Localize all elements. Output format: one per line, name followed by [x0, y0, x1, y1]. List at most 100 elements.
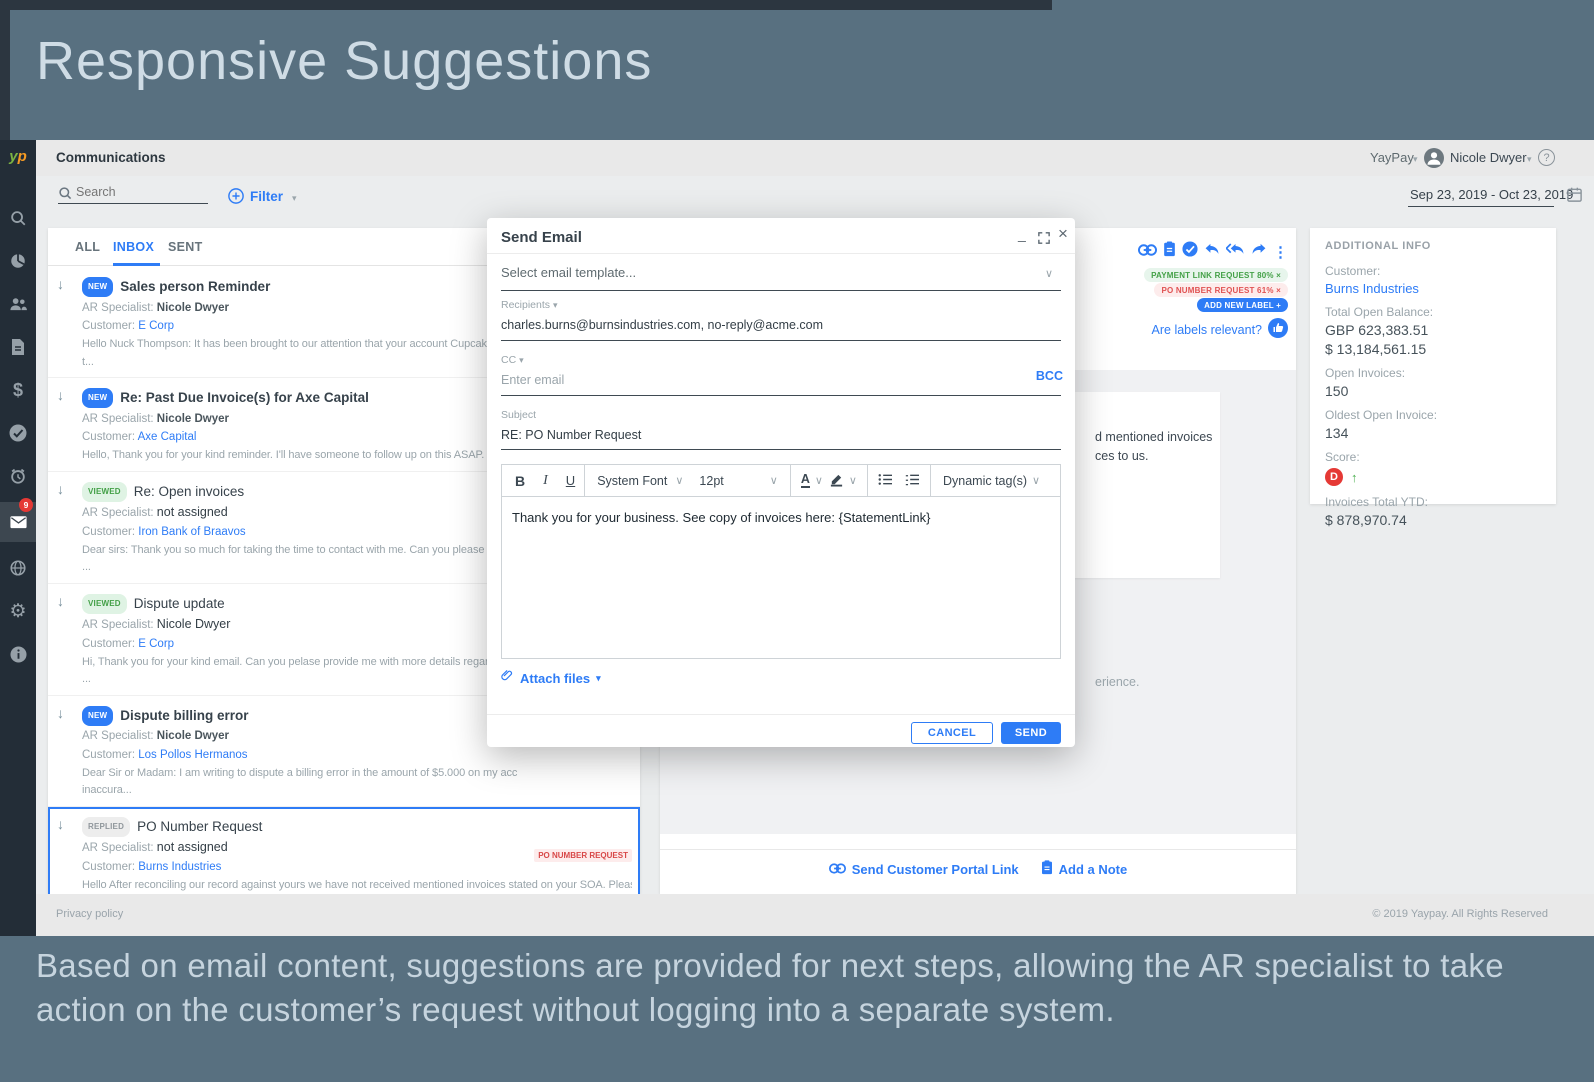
filter-caret-icon[interactable]: ▾ [292, 193, 297, 204]
search-input[interactable] [76, 185, 204, 199]
email-body-text[interactable]: Thank you for your business. See copy of… [512, 510, 930, 525]
email-row-selected[interactable]: ↓ REPLIED PO Number Request AR Specialist… [48, 807, 640, 895]
highlight-button[interactable] [829, 472, 844, 490]
customer-link[interactable]: E Corp [138, 638, 174, 650]
customer-link[interactable]: Iron Bank of Braavos [138, 526, 245, 538]
remove-label-icon[interactable]: × [1276, 286, 1281, 295]
expand-arrow-icon[interactable]: ↓ [57, 816, 64, 832]
template-select[interactable]: Select email template... [501, 265, 636, 280]
email-subject[interactable]: Re: Open invoices [134, 484, 244, 499]
label-payment-link-request[interactable]: PAYMENT LINK REQUEST 80% × [1144, 268, 1288, 282]
recipients-input[interactable]: charles.burns@burnsindustries.com, no-re… [501, 318, 823, 332]
customer-link[interactable]: Burns Industries [138, 861, 221, 873]
customer-link[interactable]: Burns Industries [1325, 281, 1541, 296]
privacy-policy-link[interactable]: Privacy policy [56, 908, 123, 920]
sidebar-portal-icon[interactable] [0, 548, 36, 588]
tab-all[interactable]: ALL [75, 240, 100, 254]
sidebar-tasks-icon[interactable] [0, 413, 36, 453]
expand-arrow-icon[interactable]: ↓ [57, 705, 64, 721]
expand-arrow-icon[interactable]: ↓ [57, 593, 64, 609]
filter-button[interactable]: Filter [250, 189, 283, 204]
numbered-list-icon[interactable] [899, 473, 930, 489]
cc-caret-icon[interactable]: ▾ [519, 355, 524, 365]
cc-input[interactable]: Enter email [501, 373, 564, 387]
sidebar-invoices-icon[interactable] [0, 327, 36, 367]
sidebar-settings-icon[interactable]: ⚙ [0, 591, 36, 631]
underline-button[interactable]: U [557, 473, 584, 488]
date-range-picker[interactable]: Sep 23, 2019 - Oct 23, 2019 [1410, 187, 1573, 202]
thumbs-up-icon[interactable] [1268, 318, 1288, 341]
sidebar-search-icon[interactable] [0, 198, 36, 238]
org-switcher[interactable]: YayPay [1370, 150, 1414, 165]
email-subject[interactable]: Re: Past Due Invoice(s) for Axe Capital [120, 390, 369, 405]
sidebar-dashboard-icon[interactable] [0, 241, 36, 281]
attach-files-button[interactable]: Attach files [520, 671, 590, 686]
font-size-select[interactable]: 12pt [683, 474, 731, 488]
bold-button[interactable]: B [502, 473, 534, 489]
send-button[interactable]: SEND [1001, 722, 1061, 744]
sidebar-customers-icon[interactable] [0, 284, 36, 324]
subject-input[interactable]: RE: PO Number Request [501, 428, 641, 442]
italic-button[interactable]: I [534, 473, 557, 489]
size-chevron-icon[interactable]: ∨ [732, 474, 790, 487]
email-subject[interactable]: PO Number Request [137, 819, 262, 834]
label-po-number-request[interactable]: PO NUMBER REQUEST 61% × [1154, 283, 1288, 297]
bullet-list-icon[interactable] [868, 473, 899, 489]
org-caret-icon[interactable]: ▾ [1413, 154, 1418, 165]
sidebar-payments-icon[interactable]: $ [0, 370, 36, 410]
font-chevron-icon[interactable]: ∨ [675, 474, 683, 487]
recipients-caret-icon[interactable]: ▾ [553, 300, 558, 310]
user-menu[interactable]: Nicole Dwyer [1450, 150, 1527, 165]
expand-arrow-icon[interactable]: ↓ [57, 387, 64, 403]
attach-caret-icon[interactable]: ▾ [596, 673, 601, 684]
send-portal-link-button[interactable]: Send Customer Portal Link [828, 862, 1019, 877]
yaypay-logo[interactable]: yp [0, 148, 36, 165]
email-body-editor[interactable]: Thank you for your business. See copy of… [501, 497, 1061, 659]
font-family-select[interactable]: System Font [585, 474, 675, 488]
bcc-button[interactable]: BCC [1036, 369, 1063, 383]
customer-link[interactable]: Los Pollos Hermanos [138, 749, 247, 761]
maximize-icon[interactable] [1038, 231, 1050, 249]
add-note-button[interactable]: Add a Note [1041, 860, 1127, 878]
reply-icon[interactable] [1204, 243, 1220, 261]
expand-arrow-icon[interactable]: ↓ [57, 481, 64, 497]
sidebar-communications-icon[interactable]: 9 [0, 498, 36, 542]
mark-done-icon[interactable] [1182, 241, 1198, 262]
labels-relevant-link[interactable]: Are labels relevant? [1152, 323, 1262, 337]
close-icon[interactable]: × [1058, 224, 1068, 244]
email-label-po: PO NUMBER REQUEST [534, 848, 632, 862]
email-subject[interactable]: Sales person Reminder [120, 279, 270, 294]
status-badge: VIEWED [82, 593, 127, 614]
expand-arrow-icon[interactable]: ↓ [57, 276, 64, 292]
avatar[interactable] [1424, 148, 1444, 173]
user-caret-icon[interactable]: ▾ [1527, 154, 1532, 165]
remove-label-icon[interactable]: × [1276, 271, 1281, 280]
dynamic-tags-chevron-icon[interactable]: ∨ [1032, 474, 1040, 487]
tab-inbox[interactable]: INBOX [113, 240, 154, 254]
note-icon[interactable] [1163, 241, 1176, 262]
email-subject[interactable]: Dispute billing error [120, 708, 248, 723]
forward-icon[interactable] [1251, 243, 1267, 261]
customer-link[interactable]: E Corp [138, 320, 174, 332]
color-chevron-icon[interactable]: ∨ [810, 474, 829, 487]
toolbar-divider [789, 464, 791, 497]
sidebar-info-icon[interactable] [0, 634, 36, 674]
minimize-icon[interactable]: _ [1018, 226, 1026, 242]
customer-link[interactable]: Axe Capital [138, 431, 197, 443]
help-icon[interactable]: ? [1538, 149, 1555, 166]
add-new-label-button[interactable]: ADD NEW LABEL + [1197, 298, 1288, 312]
tab-sent[interactable]: SENT [168, 240, 203, 254]
filter-icon[interactable] [228, 188, 244, 209]
more-menu-icon[interactable]: ⋮ [1273, 243, 1288, 261]
sidebar-reminders-icon[interactable] [0, 456, 36, 496]
email-subject[interactable]: Dispute update [134, 596, 225, 611]
highlight-chevron-icon[interactable]: ∨ [844, 474, 867, 487]
cancel-button[interactable]: CANCEL [911, 722, 993, 744]
template-chevron-icon[interactable]: ∨ [1045, 267, 1053, 280]
email-preview: Hello After reconciling our record again… [82, 878, 632, 891]
calendar-icon[interactable] [1566, 186, 1583, 208]
portal-link-icon[interactable] [1138, 243, 1157, 261]
reply-all-icon[interactable] [1225, 242, 1245, 261]
dynamic-tags-select[interactable]: Dynamic tag(s) [931, 474, 1032, 488]
text-color-button[interactable]: A [800, 473, 810, 488]
